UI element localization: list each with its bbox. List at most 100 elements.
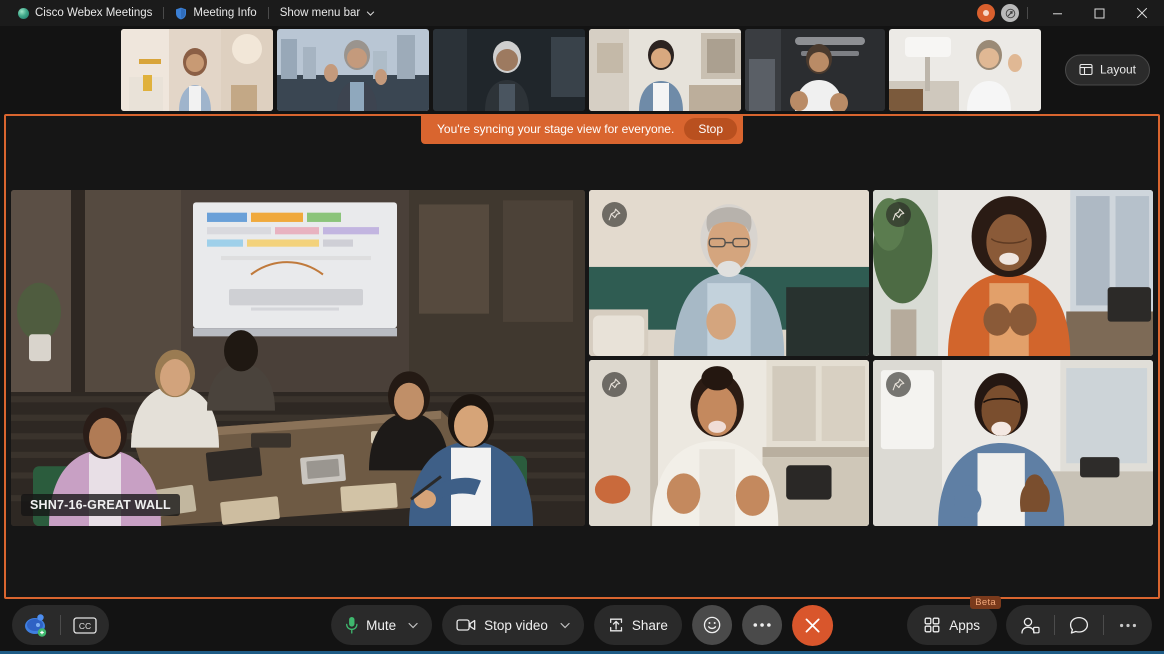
share-button[interactable]: Share: [593, 605, 682, 645]
participant-thumbnail-4[interactable]: [589, 28, 741, 111]
layout-button-label: Layout: [1099, 62, 1136, 77]
participant-thumbnail-5[interactable]: [745, 28, 885, 111]
app-title-label: Cisco Webex Meetings: [35, 7, 153, 19]
layout-icon: [1079, 63, 1093, 76]
assistant-captions-group: CC: [12, 605, 109, 645]
stage-area: You're syncing your stage view for every…: [4, 114, 1160, 599]
svg-text:CC: CC: [79, 621, 91, 631]
title-bar: Cisco Webex Meetings Meeting Info Show m…: [0, 0, 1164, 26]
webex-meetings-window: Cisco Webex Meetings Meeting Info Show m…: [0, 0, 1164, 654]
secondary-controls-group: Apps Beta: [907, 596, 1152, 645]
primary-controls-group: Mute Stop video Share: [331, 604, 833, 646]
chevron-down-icon[interactable]: [408, 622, 418, 629]
shield-icon: [176, 7, 187, 19]
record-icon[interactable]: [977, 4, 995, 22]
ellipsis-icon: [1120, 623, 1136, 627]
main-video-name-badge: SHN7-16-GREAT WALL: [21, 494, 180, 516]
reactions-smiley-icon: [703, 616, 721, 634]
title-bar-right: [974, 0, 1164, 26]
thumbnail-video-4: [589, 28, 741, 111]
sync-stop-button[interactable]: Stop: [684, 118, 737, 140]
stage-pin-glyph: [608, 208, 621, 221]
more-options-button[interactable]: [741, 605, 782, 645]
chat-button[interactable]: [1055, 605, 1103, 645]
minimize-button[interactable]: [1036, 0, 1078, 26]
stage-pin-glyph: [608, 378, 621, 391]
stage-video-grid: SHN7-16-GREAT WALL: [11, 190, 1153, 526]
maximize-icon: [1094, 8, 1104, 18]
maximize-button[interactable]: [1078, 0, 1120, 26]
stage-tile-4[interactable]: [589, 360, 869, 526]
show-menu-bar-button[interactable]: Show menu bar: [272, 0, 384, 26]
thumbnail-video-2: [277, 28, 429, 111]
title-divider-2: [267, 7, 269, 19]
meeting-info-label: Meeting Info: [193, 7, 257, 19]
apps-button[interactable]: Apps Beta: [907, 596, 1001, 645]
webex-logo-icon: [18, 7, 29, 19]
mute-button-label: Mute: [366, 617, 397, 633]
stage-tile-room[interactable]: SHN7-16-GREAT WALL: [11, 190, 585, 526]
closed-captions-button[interactable]: CC: [61, 605, 109, 645]
stage-tile-3[interactable]: [873, 190, 1153, 356]
chevron-down-icon[interactable]: [560, 622, 570, 629]
stage-tile-5[interactable]: [873, 360, 1153, 526]
pin-to-stage-icon[interactable]: [886, 202, 911, 227]
participant-video-3: [873, 190, 1153, 356]
leave-meeting-button[interactable]: [791, 604, 833, 646]
network-glyph: [1005, 8, 1015, 18]
participant-thumbnail-3[interactable]: [433, 28, 585, 111]
apps-beta-badge: Beta: [970, 596, 1001, 609]
filmstrip-track: [121, 28, 1041, 111]
closed-captions-icon: CC: [73, 616, 97, 634]
sync-stage-banner: You're syncing your stage view for every…: [421, 114, 743, 144]
minimize-icon: [1052, 12, 1062, 14]
close-icon: [805, 618, 820, 632]
stage-tile-2[interactable]: [589, 190, 869, 356]
stop-video-button[interactable]: Stop video: [442, 605, 584, 645]
participant-thumbnail-1[interactable]: [121, 28, 273, 111]
participants-button[interactable]: [1006, 605, 1054, 645]
share-screen-icon: [609, 618, 622, 632]
webex-assistant-icon: [25, 614, 47, 637]
sync-banner-message: You're syncing your stage view for every…: [437, 122, 675, 136]
stage-side-row-bottom: [589, 360, 1153, 526]
share-button-label: Share: [631, 617, 668, 633]
thumbnail-video-5: [745, 28, 885, 111]
thumbnail-video-3: [433, 28, 585, 111]
close-icon: [1136, 7, 1148, 19]
show-menu-bar-label: Show menu bar: [279, 7, 361, 19]
ellipsis-icon: [753, 623, 771, 627]
apps-grid-icon: [924, 617, 940, 633]
stage-side-row-top: [589, 190, 1153, 356]
chevron-down-icon: [367, 10, 375, 16]
pin-to-stage-icon[interactable]: [602, 372, 627, 397]
right-more-button[interactable]: [1104, 605, 1152, 645]
participant-filmstrip[interactable]: Layout: [0, 26, 1164, 113]
pin-to-stage-icon[interactable]: [886, 372, 911, 397]
stop-video-button-label: Stop video: [484, 617, 548, 633]
stage-side-grid: [589, 190, 1153, 526]
stage-pin-glyph: [892, 208, 905, 221]
participant-video-4: [589, 360, 869, 526]
reactions-button[interactable]: [691, 605, 732, 645]
sync-stop-label: Stop: [698, 122, 723, 136]
room-video-feed: [11, 190, 585, 526]
apps-button-label: Apps: [949, 617, 980, 633]
webex-assistant-button[interactable]: [12, 605, 60, 645]
meeting-info-button[interactable]: Meeting Info: [167, 0, 264, 26]
stage-pin-glyph: [892, 378, 905, 391]
participant-thumbnail-2[interactable]: [277, 28, 429, 111]
microphone-icon: [346, 617, 358, 634]
pin-to-stage-icon[interactable]: [602, 202, 627, 227]
app-title: Cisco Webex Meetings: [10, 0, 160, 26]
participant-video-2: [589, 190, 869, 356]
participant-thumbnail-6[interactable]: [889, 28, 1041, 111]
camera-icon: [456, 619, 476, 631]
mute-button[interactable]: Mute: [331, 605, 433, 645]
close-button[interactable]: [1120, 0, 1164, 26]
thumbnail-video-1: [121, 28, 273, 111]
layout-button[interactable]: Layout: [1064, 54, 1150, 85]
chat-bubble-icon: [1069, 616, 1089, 634]
panel-buttons-group: [1006, 605, 1152, 645]
network-quality-icon[interactable]: [1001, 4, 1019, 22]
